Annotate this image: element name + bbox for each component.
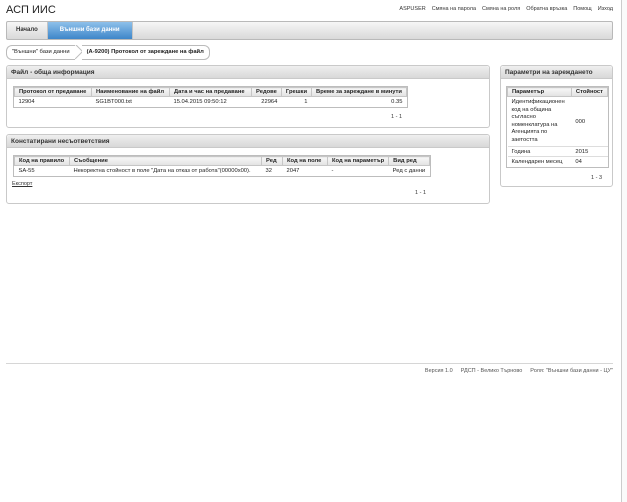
- errors-panel: Констатирани несъответствия Код на прави…: [6, 134, 490, 204]
- footer-divider: [6, 363, 613, 364]
- footer-version: Версия 1.0: [424, 368, 453, 374]
- cell-protocol: 12904: [14, 96, 92, 107]
- page-scrollbar[interactable]: [621, 0, 627, 502]
- cell-message: Некоректна стойност в поле "Дата на отка…: [69, 165, 262, 176]
- cell-file-name: SG1BT000.txt: [91, 96, 170, 107]
- cell-value: 000: [571, 96, 608, 147]
- cell-row: 32: [261, 165, 283, 176]
- footer-role: Роля: "Външни бази данни - ЦУ": [530, 368, 613, 374]
- errors-pager: 1 - 1: [415, 190, 427, 196]
- table-row[interactable]: Година 2015: [507, 146, 608, 157]
- col-rule-code[interactable]: Код на правило: [14, 156, 70, 166]
- cell-date-time: 15.04.2015 09:50:12: [169, 96, 252, 107]
- breadcrumb: "Външни" бази данни (А-9200) Протокол от…: [6, 45, 210, 60]
- col-parameter[interactable]: Параметър: [507, 87, 572, 97]
- breadcrumb-external-databases[interactable]: "Външни" бази данни: [6, 45, 75, 60]
- col-file-name[interactable]: Наименование на файл: [91, 87, 170, 97]
- user-link[interactable]: ASPUSER: [399, 6, 425, 12]
- col-errors[interactable]: Грешки: [280, 87, 313, 97]
- col-protocol[interactable]: Протокол от предаване: [14, 87, 92, 97]
- file-info-panel: Файл - обща информация Протокол от преда…: [6, 65, 490, 128]
- col-date-time[interactable]: Дата и час на предаване: [169, 87, 252, 97]
- params-panel: Параметри на зареждането Параметър Стойн…: [500, 65, 613, 187]
- top-links: ASPUSER Смяна на парола Смяна на роля Об…: [399, 6, 613, 12]
- cell-parameter: Година: [507, 146, 572, 157]
- main-nav: Начало Външни бази данни: [6, 21, 613, 40]
- table-row[interactable]: Календарен месец 04: [507, 156, 608, 167]
- change-role-link[interactable]: Смяна на роля: [482, 6, 520, 12]
- col-load-time[interactable]: Време за зареждане в минути: [311, 87, 407, 97]
- tab-external-databases[interactable]: Външни бази данни: [47, 22, 133, 39]
- params-pager: 1 - 3: [591, 175, 603, 181]
- cell-value: 2015: [571, 146, 608, 157]
- cell-load-time: 0.35: [311, 96, 407, 107]
- cell-parameter: Идентификационен код на община съгласно …: [507, 96, 572, 147]
- tab-home[interactable]: Начало: [7, 22, 48, 39]
- app-title: АСП ИИС: [6, 4, 56, 16]
- col-row-type[interactable]: Вид ред: [388, 156, 430, 166]
- errors-panel-title: Констатирани несъответствия: [7, 135, 489, 148]
- col-message[interactable]: Съобщение: [69, 156, 262, 166]
- breadcrumb-separator-icon: [75, 45, 82, 60]
- footer: Версия 1.0 РДСП - Велико Търново Роля: "…: [425, 368, 613, 374]
- col-parameter-code[interactable]: Код на параметър: [326, 156, 390, 166]
- cell-parameter-code: -: [327, 165, 389, 176]
- cell-row-type: Ред с данни: [388, 165, 430, 176]
- table-row[interactable]: 12904 SG1BT000.txt 15.04.2015 09:50:12 2…: [14, 96, 407, 107]
- cell-field-code: 2047: [282, 165, 328, 176]
- errors-table: Код на правило Съобщение Ред Код на поле…: [13, 155, 431, 177]
- table-row[interactable]: SA-55 Некоректна стойност в поле "Дата н…: [14, 165, 430, 176]
- cell-parameter: Календарен месец: [507, 156, 572, 167]
- cell-rows: 22964: [251, 96, 282, 107]
- cell-value: 04: [571, 156, 608, 167]
- file-info-pager: 1 - 1: [391, 114, 403, 120]
- feedback-link[interactable]: Обратна връзка: [526, 6, 567, 12]
- table-row[interactable]: Идентификационен код на община съгласно …: [507, 96, 608, 147]
- breadcrumb-current-page: (А-9200) Протокол от зареждане на файл: [81, 45, 210, 60]
- params-table: Параметър Стойност Идентификационен код …: [506, 86, 609, 168]
- logout-link[interactable]: Изход: [598, 6, 613, 12]
- file-info-table: Протокол от предаване Наименование на фа…: [13, 86, 408, 108]
- col-rows[interactable]: Редове: [251, 87, 282, 97]
- col-field-code[interactable]: Код на поле: [282, 156, 328, 166]
- params-panel-title: Параметри на зареждането: [501, 66, 612, 79]
- col-value[interactable]: Стойност: [570, 87, 609, 97]
- export-link[interactable]: Експорт: [12, 181, 32, 187]
- file-info-panel-title: Файл - обща информация: [7, 66, 489, 79]
- help-link[interactable]: Помощ: [573, 6, 591, 12]
- footer-office: РДСП - Велико Търново: [460, 368, 523, 374]
- change-password-link[interactable]: Смяна на парола: [432, 6, 476, 12]
- col-row[interactable]: Ред: [261, 156, 283, 166]
- cell-rule-code: SA-55: [14, 165, 70, 176]
- cell-errors: 1: [281, 96, 312, 107]
